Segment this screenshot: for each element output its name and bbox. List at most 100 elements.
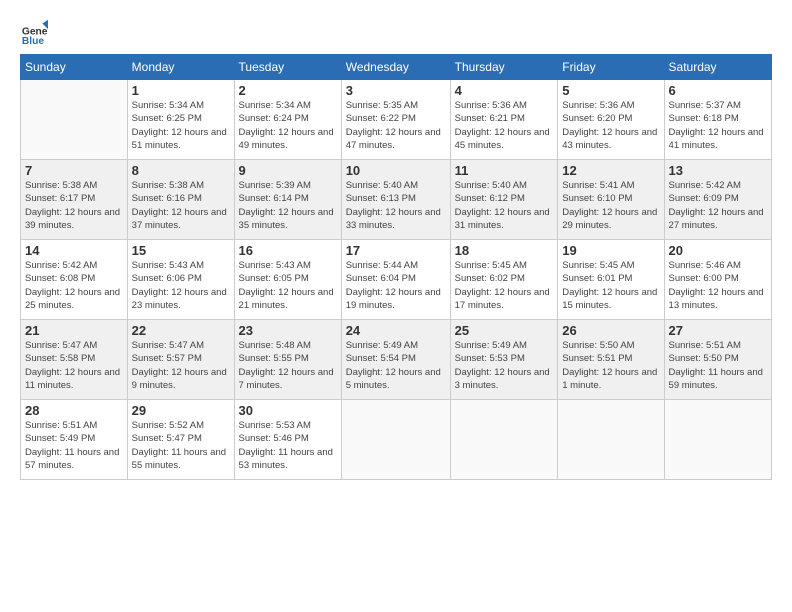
day-number: 20 xyxy=(669,243,767,258)
calendar-cell xyxy=(450,400,558,480)
day-number: 5 xyxy=(562,83,659,98)
day-number: 1 xyxy=(132,83,230,98)
calendar-cell: 14Sunrise: 5:42 AM Sunset: 6:08 PM Dayli… xyxy=(21,240,128,320)
calendar-week-row: 14Sunrise: 5:42 AM Sunset: 6:08 PM Dayli… xyxy=(21,240,772,320)
calendar-cell: 20Sunrise: 5:46 AM Sunset: 6:00 PM Dayli… xyxy=(664,240,771,320)
day-info: Sunrise: 5:50 AM Sunset: 5:51 PM Dayligh… xyxy=(562,339,659,392)
calendar-cell: 10Sunrise: 5:40 AM Sunset: 6:13 PM Dayli… xyxy=(341,160,450,240)
day-number: 12 xyxy=(562,163,659,178)
calendar-cell: 15Sunrise: 5:43 AM Sunset: 6:06 PM Dayli… xyxy=(127,240,234,320)
day-number: 29 xyxy=(132,403,230,418)
calendar-week-row: 7Sunrise: 5:38 AM Sunset: 6:17 PM Daylig… xyxy=(21,160,772,240)
calendar-cell: 2Sunrise: 5:34 AM Sunset: 6:24 PM Daylig… xyxy=(234,80,341,160)
day-number: 11 xyxy=(455,163,554,178)
day-info: Sunrise: 5:51 AM Sunset: 5:49 PM Dayligh… xyxy=(25,419,123,472)
weekday-header: Sunday xyxy=(21,55,128,80)
day-info: Sunrise: 5:47 AM Sunset: 5:57 PM Dayligh… xyxy=(132,339,230,392)
calendar-cell: 22Sunrise: 5:47 AM Sunset: 5:57 PM Dayli… xyxy=(127,320,234,400)
calendar-week-row: 1Sunrise: 5:34 AM Sunset: 6:25 PM Daylig… xyxy=(21,80,772,160)
calendar-page: General Blue SundayMondayTuesdayWednesda… xyxy=(0,0,792,612)
day-number: 7 xyxy=(25,163,123,178)
day-info: Sunrise: 5:44 AM Sunset: 6:04 PM Dayligh… xyxy=(346,259,446,312)
calendar-table: SundayMondayTuesdayWednesdayThursdayFrid… xyxy=(20,54,772,480)
day-number: 23 xyxy=(239,323,337,338)
day-info: Sunrise: 5:37 AM Sunset: 6:18 PM Dayligh… xyxy=(669,99,767,152)
calendar-cell: 29Sunrise: 5:52 AM Sunset: 5:47 PM Dayli… xyxy=(127,400,234,480)
day-info: Sunrise: 5:49 AM Sunset: 5:53 PM Dayligh… xyxy=(455,339,554,392)
calendar-cell: 16Sunrise: 5:43 AM Sunset: 6:05 PM Dayli… xyxy=(234,240,341,320)
day-info: Sunrise: 5:49 AM Sunset: 5:54 PM Dayligh… xyxy=(346,339,446,392)
day-number: 3 xyxy=(346,83,446,98)
day-info: Sunrise: 5:39 AM Sunset: 6:14 PM Dayligh… xyxy=(239,179,337,232)
calendar-cell: 27Sunrise: 5:51 AM Sunset: 5:50 PM Dayli… xyxy=(664,320,771,400)
day-number: 17 xyxy=(346,243,446,258)
day-number: 4 xyxy=(455,83,554,98)
day-info: Sunrise: 5:47 AM Sunset: 5:58 PM Dayligh… xyxy=(25,339,123,392)
calendar-cell: 13Sunrise: 5:42 AM Sunset: 6:09 PM Dayli… xyxy=(664,160,771,240)
day-number: 21 xyxy=(25,323,123,338)
day-info: Sunrise: 5:34 AM Sunset: 6:24 PM Dayligh… xyxy=(239,99,337,152)
day-number: 6 xyxy=(669,83,767,98)
day-number: 14 xyxy=(25,243,123,258)
day-info: Sunrise: 5:35 AM Sunset: 6:22 PM Dayligh… xyxy=(346,99,446,152)
day-info: Sunrise: 5:36 AM Sunset: 6:21 PM Dayligh… xyxy=(455,99,554,152)
calendar-cell: 25Sunrise: 5:49 AM Sunset: 5:53 PM Dayli… xyxy=(450,320,558,400)
calendar-cell: 1Sunrise: 5:34 AM Sunset: 6:25 PM Daylig… xyxy=(127,80,234,160)
calendar-cell: 23Sunrise: 5:48 AM Sunset: 5:55 PM Dayli… xyxy=(234,320,341,400)
day-number: 2 xyxy=(239,83,337,98)
calendar-cell: 5Sunrise: 5:36 AM Sunset: 6:20 PM Daylig… xyxy=(558,80,664,160)
day-info: Sunrise: 5:40 AM Sunset: 6:13 PM Dayligh… xyxy=(346,179,446,232)
day-info: Sunrise: 5:43 AM Sunset: 6:06 PM Dayligh… xyxy=(132,259,230,312)
svg-text:Blue: Blue xyxy=(22,36,45,44)
weekday-header: Saturday xyxy=(664,55,771,80)
day-number: 8 xyxy=(132,163,230,178)
day-info: Sunrise: 5:34 AM Sunset: 6:25 PM Dayligh… xyxy=(132,99,230,152)
day-number: 24 xyxy=(346,323,446,338)
day-info: Sunrise: 5:53 AM Sunset: 5:46 PM Dayligh… xyxy=(239,419,337,472)
calendar-cell: 8Sunrise: 5:38 AM Sunset: 6:16 PM Daylig… xyxy=(127,160,234,240)
day-info: Sunrise: 5:45 AM Sunset: 6:02 PM Dayligh… xyxy=(455,259,554,312)
day-info: Sunrise: 5:42 AM Sunset: 6:09 PM Dayligh… xyxy=(669,179,767,232)
calendar-cell: 19Sunrise: 5:45 AM Sunset: 6:01 PM Dayli… xyxy=(558,240,664,320)
day-info: Sunrise: 5:46 AM Sunset: 6:00 PM Dayligh… xyxy=(669,259,767,312)
day-info: Sunrise: 5:52 AM Sunset: 5:47 PM Dayligh… xyxy=(132,419,230,472)
calendar-cell xyxy=(558,400,664,480)
day-info: Sunrise: 5:45 AM Sunset: 6:01 PM Dayligh… xyxy=(562,259,659,312)
calendar-cell: 18Sunrise: 5:45 AM Sunset: 6:02 PM Dayli… xyxy=(450,240,558,320)
calendar-cell: 28Sunrise: 5:51 AM Sunset: 5:49 PM Dayli… xyxy=(21,400,128,480)
day-number: 25 xyxy=(455,323,554,338)
calendar-cell: 12Sunrise: 5:41 AM Sunset: 6:10 PM Dayli… xyxy=(558,160,664,240)
day-number: 9 xyxy=(239,163,337,178)
day-info: Sunrise: 5:43 AM Sunset: 6:05 PM Dayligh… xyxy=(239,259,337,312)
day-number: 16 xyxy=(239,243,337,258)
day-info: Sunrise: 5:38 AM Sunset: 6:17 PM Dayligh… xyxy=(25,179,123,232)
calendar-header-row: SundayMondayTuesdayWednesdayThursdayFrid… xyxy=(21,55,772,80)
day-info: Sunrise: 5:41 AM Sunset: 6:10 PM Dayligh… xyxy=(562,179,659,232)
weekday-header: Monday xyxy=(127,55,234,80)
weekday-header: Tuesday xyxy=(234,55,341,80)
calendar-cell: 9Sunrise: 5:39 AM Sunset: 6:14 PM Daylig… xyxy=(234,160,341,240)
day-number: 26 xyxy=(562,323,659,338)
day-number: 22 xyxy=(132,323,230,338)
day-info: Sunrise: 5:40 AM Sunset: 6:12 PM Dayligh… xyxy=(455,179,554,232)
day-number: 18 xyxy=(455,243,554,258)
weekday-header: Wednesday xyxy=(341,55,450,80)
day-info: Sunrise: 5:42 AM Sunset: 6:08 PM Dayligh… xyxy=(25,259,123,312)
day-number: 10 xyxy=(346,163,446,178)
calendar-cell xyxy=(664,400,771,480)
calendar-cell: 6Sunrise: 5:37 AM Sunset: 6:18 PM Daylig… xyxy=(664,80,771,160)
day-number: 19 xyxy=(562,243,659,258)
calendar-cell: 30Sunrise: 5:53 AM Sunset: 5:46 PM Dayli… xyxy=(234,400,341,480)
day-info: Sunrise: 5:36 AM Sunset: 6:20 PM Dayligh… xyxy=(562,99,659,152)
logo: General Blue xyxy=(20,16,52,44)
calendar-cell: 21Sunrise: 5:47 AM Sunset: 5:58 PM Dayli… xyxy=(21,320,128,400)
calendar-cell: 11Sunrise: 5:40 AM Sunset: 6:12 PM Dayli… xyxy=(450,160,558,240)
weekday-header: Friday xyxy=(558,55,664,80)
day-info: Sunrise: 5:38 AM Sunset: 6:16 PM Dayligh… xyxy=(132,179,230,232)
calendar-cell: 4Sunrise: 5:36 AM Sunset: 6:21 PM Daylig… xyxy=(450,80,558,160)
calendar-cell: 24Sunrise: 5:49 AM Sunset: 5:54 PM Dayli… xyxy=(341,320,450,400)
day-number: 28 xyxy=(25,403,123,418)
calendar-cell: 26Sunrise: 5:50 AM Sunset: 5:51 PM Dayli… xyxy=(558,320,664,400)
calendar-cell: 3Sunrise: 5:35 AM Sunset: 6:22 PM Daylig… xyxy=(341,80,450,160)
day-number: 27 xyxy=(669,323,767,338)
